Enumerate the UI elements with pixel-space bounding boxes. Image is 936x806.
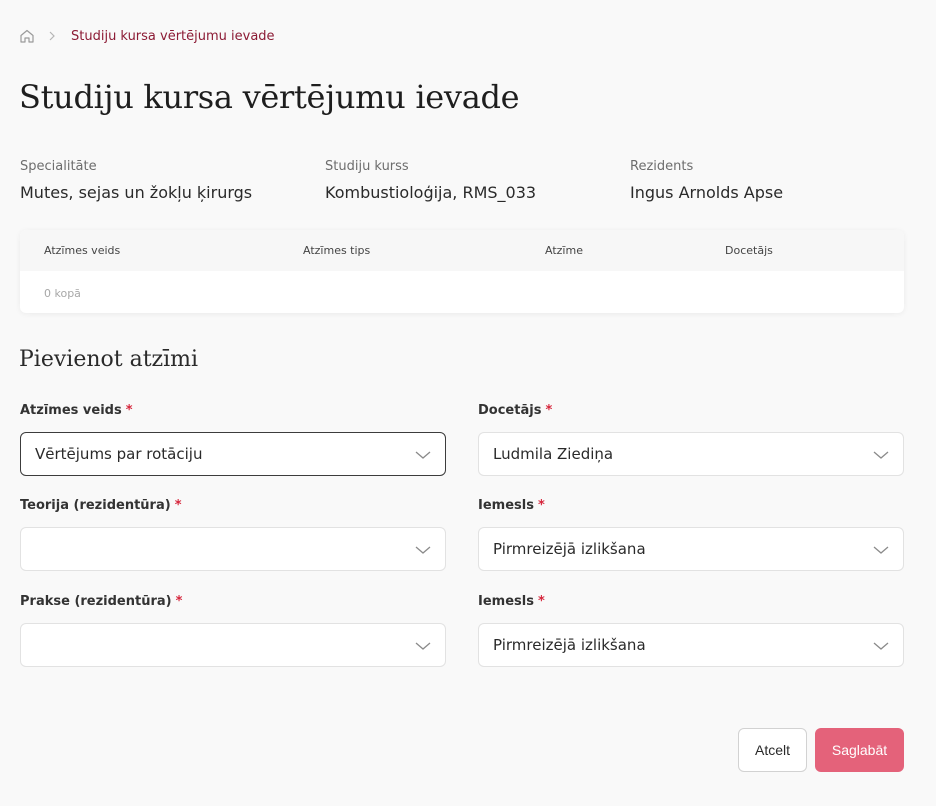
- page-title: Studiju kursa vērtējumu ievade: [19, 78, 520, 116]
- lecturer-select[interactable]: Ludmila Ziediņa: [478, 432, 904, 476]
- chevron-down-icon: [873, 638, 889, 652]
- add-grade-title: Pievienot atzīmi: [19, 347, 199, 372]
- practice-select[interactable]: [20, 623, 446, 667]
- theory-reason-field: Iemesls * Pirmreizējā izlikšana: [478, 498, 904, 571]
- practice-reason-value: Pirmreizējā izlikšana: [493, 636, 646, 654]
- chevron-right-icon: [45, 28, 59, 44]
- column-header-lecturer[interactable]: Docetājs: [725, 244, 773, 257]
- save-button[interactable]: Saglabāt: [815, 728, 904, 772]
- chevron-down-icon: [415, 542, 431, 556]
- theory-reason-label: Iemesls: [478, 498, 534, 513]
- specialty-label: Specialitāte: [20, 159, 97, 174]
- course-value: Kombustioloģija, RMS_033: [325, 183, 537, 202]
- lecturer-value: Ludmila Ziediņa: [493, 445, 614, 463]
- practice-field: Prakse (rezidentūra) *: [20, 594, 446, 667]
- specialty-info: Specialitāte Mutes, sejas un žokļu ķirur…: [20, 159, 252, 202]
- home-icon[interactable]: [19, 28, 35, 44]
- lecturer-field: Docetājs * Ludmila Ziediņa: [478, 403, 904, 476]
- table-count: 0 kopā: [44, 287, 81, 300]
- column-header-grade-type[interactable]: Atzīmes veids: [44, 244, 120, 257]
- required-marker: *: [125, 403, 133, 418]
- breadcrumb: Studiju kursa vērtējumu ievade: [19, 27, 275, 45]
- grade-type-select[interactable]: Vērtējums par rotāciju: [20, 432, 446, 476]
- theory-select[interactable]: [20, 527, 446, 571]
- chevron-down-icon: [415, 447, 431, 461]
- breadcrumb-current: Studiju kursa vērtējumu ievade: [71, 28, 275, 44]
- column-header-grade-kind[interactable]: Atzīmes tips: [303, 244, 370, 257]
- required-marker: *: [545, 403, 553, 418]
- chevron-down-icon: [415, 638, 431, 652]
- grade-type-field: Atzīmes veids * Vērtējums par rotāciju: [20, 403, 446, 476]
- chevron-down-icon: [873, 542, 889, 556]
- course-label: Studiju kurss: [325, 159, 409, 174]
- practice-label: Prakse (rezidentūra): [20, 594, 172, 609]
- grade-type-label: Atzīmes veids: [20, 403, 122, 418]
- table-header: Atzīmes veids Atzīmes tips Atzīme Docetā…: [20, 230, 904, 271]
- practice-reason-label: Iemesls: [478, 594, 534, 609]
- course-info: Studiju kurss Kombustioloģija, RMS_033: [325, 159, 536, 202]
- theory-label: Teorija (rezidentūra): [20, 498, 171, 513]
- required-marker: *: [174, 498, 182, 513]
- required-marker: *: [175, 594, 183, 609]
- resident-info: Rezidents Ingus Arnolds Apse: [630, 159, 783, 202]
- lecturer-label: Docetājs: [478, 403, 542, 418]
- practice-reason-field: Iemesls * Pirmreizējā izlikšana: [478, 594, 904, 667]
- theory-reason-value: Pirmreizējā izlikšana: [493, 540, 646, 558]
- practice-reason-select[interactable]: Pirmreizējā izlikšana: [478, 623, 904, 667]
- chevron-down-icon: [873, 447, 889, 461]
- resident-label: Rezidents: [630, 159, 694, 174]
- resident-value: Ingus Arnolds Apse: [630, 183, 784, 202]
- theory-field: Teorija (rezidentūra) *: [20, 498, 446, 571]
- grades-table: Atzīmes veids Atzīmes tips Atzīme Docetā…: [20, 230, 904, 313]
- column-header-grade[interactable]: Atzīme: [545, 244, 583, 257]
- required-marker: *: [537, 594, 545, 609]
- grade-type-value: Vērtējums par rotāciju: [35, 445, 203, 463]
- cancel-button[interactable]: Atcelt: [738, 728, 807, 772]
- theory-reason-select[interactable]: Pirmreizējā izlikšana: [478, 527, 904, 571]
- specialty-value: Mutes, sejas un žokļu ķirurgs: [20, 183, 253, 202]
- required-marker: *: [537, 498, 545, 513]
